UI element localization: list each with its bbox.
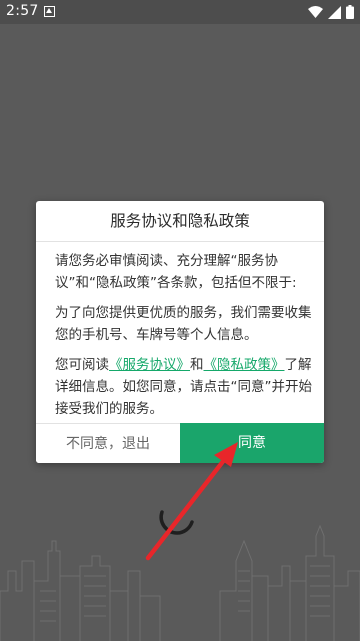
privacy-policy-link[interactable]: 《隐私政策》: [204, 357, 285, 373]
agree-button[interactable]: 同意: [180, 423, 324, 463]
battery-icon: [346, 5, 354, 19]
service-agreement-link[interactable]: 《服务协议》: [109, 357, 190, 373]
privacy-consent-dialog: 服务协议和隐私政策 请您务必审慎阅读、充分理解“服务协议”和“隐私政策”各条款，…: [36, 201, 324, 463]
dialog-divider: [36, 241, 324, 242]
status-bar: 2:57: [0, 0, 360, 24]
dialog-buttons: 不同意，退出 同意: [36, 423, 324, 463]
links-and-text: 和: [190, 357, 204, 373]
dialog-title: 服务协议和隐私政策: [110, 212, 250, 230]
dialog-paragraph-links: 您可阅读《服务协议》和《隐私政策》了解详细信息。如您同意，请点击“同意”并开始接…: [55, 354, 317, 420]
loading-spinner-icon: [159, 510, 194, 535]
decline-exit-button[interactable]: 不同意，退出: [36, 423, 180, 463]
signal-icon: [328, 5, 341, 19]
dialog-body: 请您务必审慎阅读、充分理解“服务协议”和“隐私政策”各条款，包括但不限于: 为了…: [55, 250, 317, 428]
links-prefix-text: 您可阅读: [55, 357, 109, 373]
wifi-icon: [308, 6, 323, 18]
status-time: 2:57: [6, 3, 39, 19]
dialog-paragraph-intro: 请您务必审慎阅读、充分理解“服务协议”和“隐私政策”各条款，包括但不限于:: [55, 253, 297, 291]
notification-icon: [44, 6, 55, 17]
dialog-paragraph-data-collection: 为了向您提供更优质的服务，我们需要收集您的手机号、车牌号等个人信息。: [55, 305, 312, 343]
status-icons: [308, 4, 354, 20]
